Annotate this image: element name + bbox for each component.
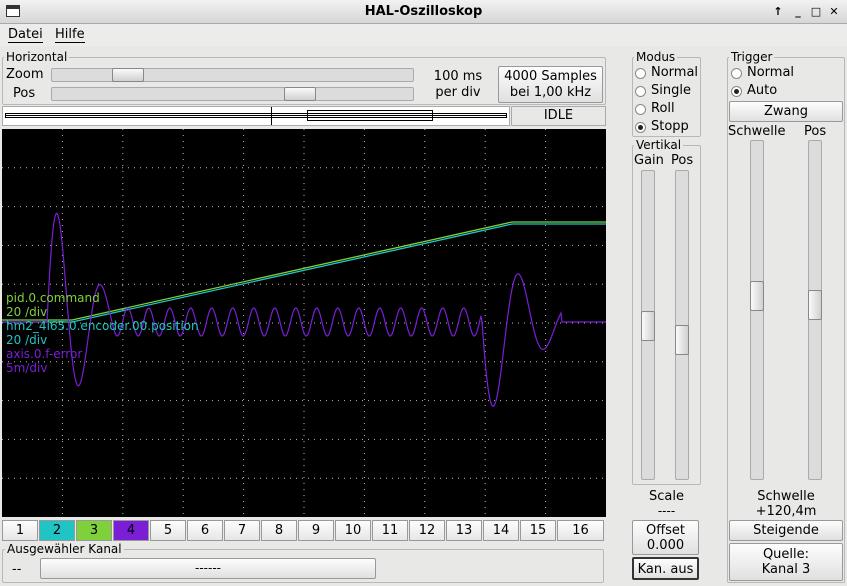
trigger-marker [271, 107, 272, 125]
samples-button[interactable]: 4000 Samples bei 1,00 kHz [498, 66, 603, 103]
channel-button-5[interactable]: 5 [150, 520, 186, 541]
trigger-label-normal: Normal [747, 65, 795, 80]
menu-bar [0, 24, 847, 46]
modus-radio-roll[interactable] [635, 104, 646, 115]
vertikal-title: Vertikal [634, 138, 684, 152]
trace-name-ch2: hm2_4i65.0.encoder.00.position [6, 319, 199, 333]
channel-button-3[interactable]: 3 [76, 520, 112, 541]
timebase-unit: per div [435, 85, 481, 100]
channel-off-button[interactable]: Kan. aus [632, 557, 699, 580]
channel-button-13[interactable]: 13 [446, 520, 482, 541]
record-window [307, 110, 433, 121]
trace-scale-ch2: 20 /div [6, 333, 48, 347]
keep-above-icon[interactable]: ↑ [770, 4, 786, 20]
vpos-label: Pos [671, 153, 694, 168]
acquisition-state: IDLE [511, 106, 606, 126]
selected-channel-name-button[interactable]: ------ [40, 558, 376, 579]
selected-channel-title: Ausgewähler Kanal [5, 542, 124, 556]
trigger-pos-slider[interactable] [808, 140, 822, 480]
trigger-pos-label: Pos [804, 124, 827, 139]
selected-channel-index: -- [12, 562, 22, 577]
trace-scale-ch4: 5m/div [6, 361, 48, 375]
zoom-label: Zoom [6, 67, 44, 82]
force-trigger-button[interactable]: Zwang [729, 101, 843, 122]
threshold-slider[interactable] [750, 140, 764, 480]
timebase-value: 100 ms [433, 69, 483, 84]
trigger-edge-button[interactable]: Steigende [729, 520, 843, 541]
channel-button-15[interactable]: 15 [520, 520, 556, 541]
threshold-readout-value: +120,4m [755, 504, 817, 519]
trigger-source-button[interactable]: Quelle: Kanal 3 [729, 543, 843, 581]
close-icon[interactable]: ✕ [826, 4, 842, 20]
modus-label-stopp: Stopp [651, 119, 689, 134]
trace-labels: pid.0.command 20 /div hm2_4i65.0.encoder… [6, 291, 199, 375]
channel-button-4[interactable]: 4 [113, 520, 149, 541]
samples-count: 4000 Samples [504, 69, 597, 84]
channel-button-1[interactable]: 1 [2, 520, 38, 541]
channel-button-11[interactable]: 11 [372, 520, 408, 541]
menu-hilfe[interactable]: Hilfe [55, 27, 85, 43]
trigger-pos-slider-thumb[interactable] [808, 289, 822, 320]
trigger-source-label: Quelle: [762, 547, 810, 562]
offset-button[interactable]: Offset 0.000 [632, 520, 699, 555]
window-title: HAL-Oszilloskop [364, 4, 483, 19]
horizontal-title: Horizontal [4, 50, 70, 64]
zoom-slider[interactable] [51, 68, 414, 82]
channel-button-6[interactable]: 6 [187, 520, 223, 541]
modus-title: Modus [634, 50, 678, 64]
trace-name-ch3: pid.0.command [6, 291, 100, 305]
gain-slider-thumb[interactable] [641, 311, 655, 341]
channel-button-9[interactable]: 9 [298, 520, 334, 541]
pos-slider[interactable] [51, 87, 414, 101]
modus-label-roll: Roll [651, 101, 675, 116]
threshold-slider-thumb[interactable] [750, 280, 764, 311]
channel-button-2[interactable]: 2 [39, 520, 75, 541]
sample-rate: bei 1,00 kHz [509, 85, 592, 100]
trigger-title: Trigger [729, 50, 775, 64]
trigger-label-auto: Auto [747, 83, 778, 98]
vpos-slider-thumb[interactable] [675, 325, 689, 355]
vpos-slider[interactable] [675, 170, 689, 480]
threshold-label: Schwelle [728, 124, 786, 139]
scale-value: ---- [657, 504, 676, 518]
channel-button-12[interactable]: 12 [409, 520, 445, 541]
offset-label: Offset [645, 523, 686, 538]
trace-scale-ch3: 20 /div [6, 305, 48, 319]
threshold-readout: Schwelle +120,4m [727, 489, 845, 519]
trace-name-ch4: axis.0.f-error [6, 347, 83, 361]
timebase-readout: 100 ms per div [420, 69, 496, 101]
channel-button-14[interactable]: 14 [483, 520, 519, 541]
modus-label-single: Single [651, 83, 691, 98]
scope-display[interactable]: pid.0.command 20 /div hm2_4i65.0.encoder… [2, 129, 606, 517]
zoom-slider-thumb[interactable] [111, 68, 144, 82]
modus-radio-normal[interactable] [635, 68, 646, 79]
trigger-radio-auto[interactable] [731, 86, 742, 97]
minimize-icon[interactable]: _ [790, 4, 806, 20]
gain-label: Gain [634, 153, 664, 168]
pos-label: Pos [13, 86, 36, 101]
gain-slider[interactable] [641, 170, 655, 480]
channel-button-16[interactable]: 16 [557, 520, 604, 541]
pos-slider-thumb[interactable] [283, 87, 316, 101]
menu-datei[interactable]: Datei [8, 27, 43, 43]
modus-radio-single[interactable] [635, 86, 646, 97]
maximize-icon[interactable]: □ [808, 4, 824, 20]
trigger-source-value: Kanal 3 [761, 562, 811, 577]
channel-button-10[interactable]: 10 [335, 520, 371, 541]
modus-label-normal: Normal [651, 65, 699, 80]
channel-button-8[interactable]: 8 [261, 520, 297, 541]
trigger-radio-normal[interactable] [731, 68, 742, 79]
channel-button-7[interactable]: 7 [224, 520, 260, 541]
threshold-readout-label: Schwelle [757, 489, 815, 504]
scale-label: Scale [649, 489, 684, 504]
modus-radio-stopp[interactable] [635, 122, 646, 133]
record-position-bar[interactable] [2, 106, 510, 126]
offset-value: 0.000 [646, 538, 685, 553]
